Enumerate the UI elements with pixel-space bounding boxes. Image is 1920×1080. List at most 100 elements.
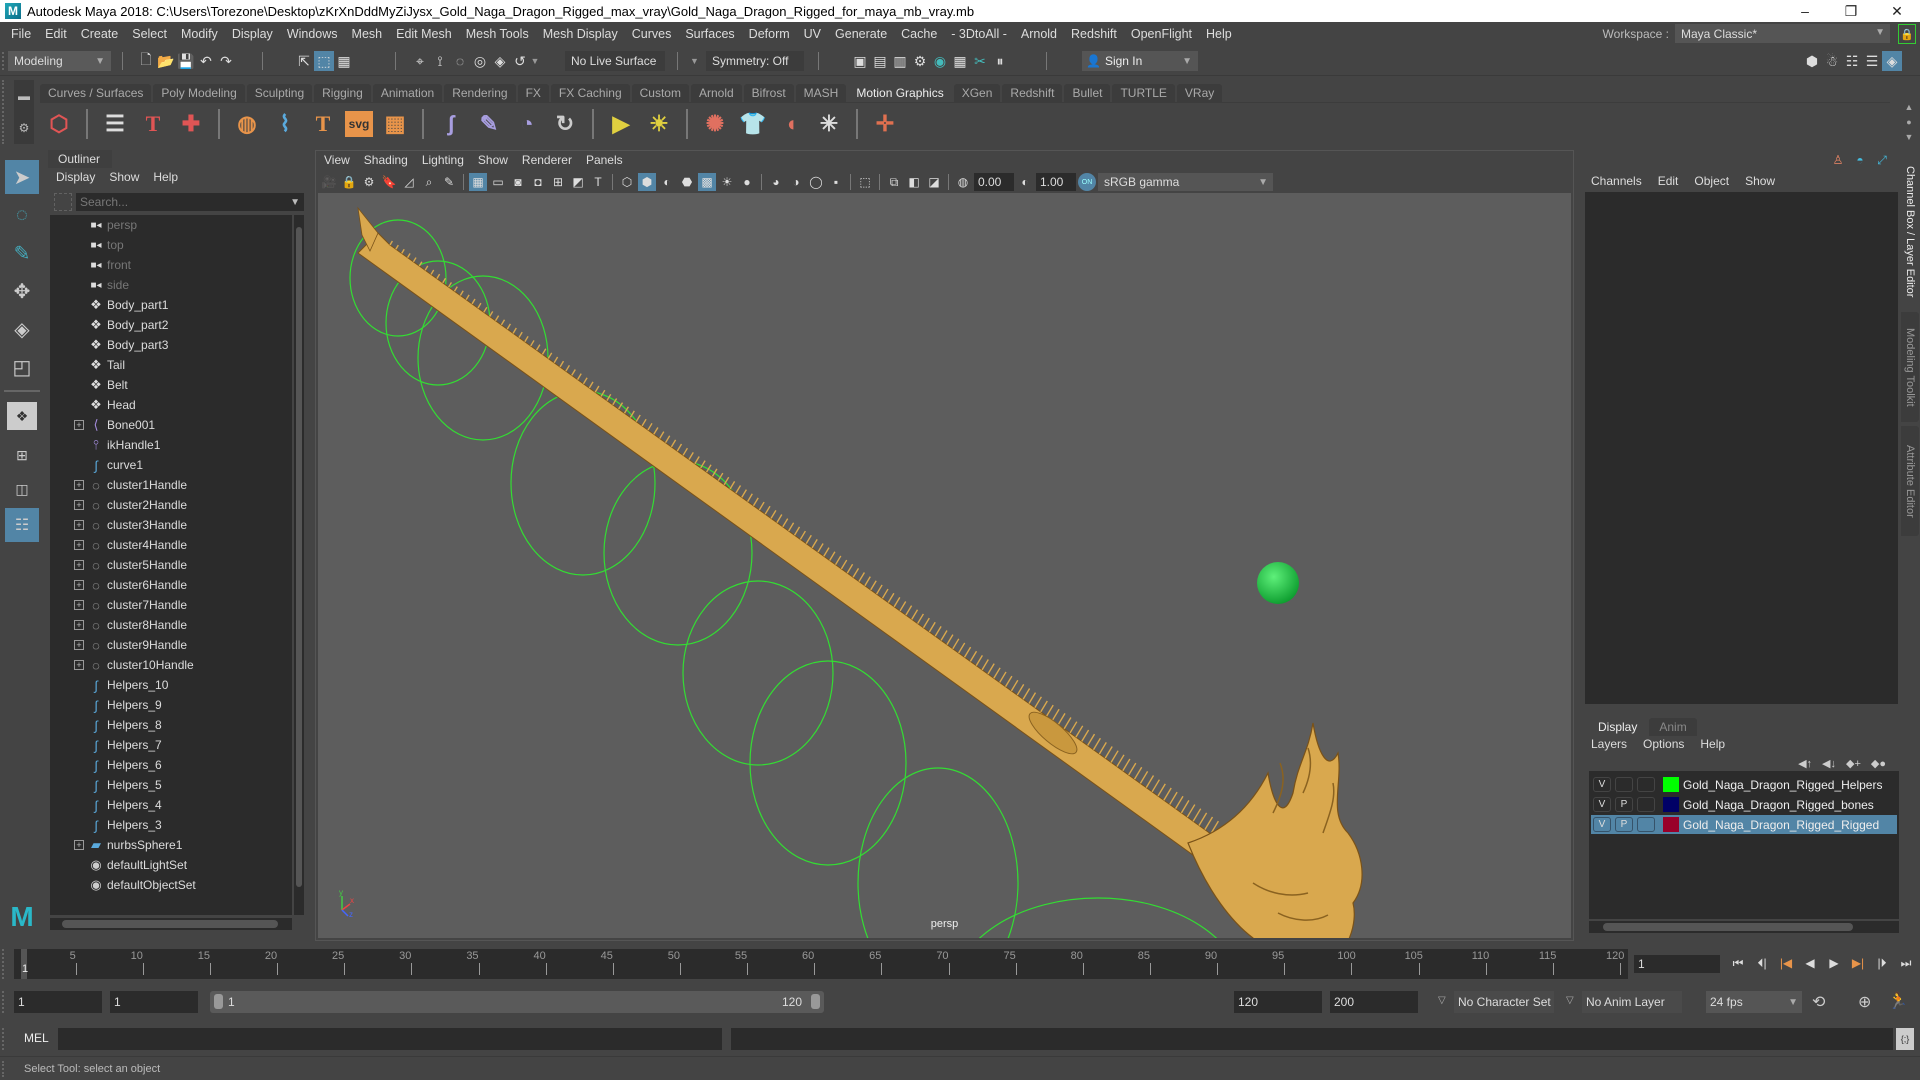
xray-joints-icon[interactable]: ◪ [925, 173, 943, 191]
sign-in-button[interactable]: 👤 Sign In ▼ [1082, 51, 1198, 71]
grid-icon[interactable]: ▦ [469, 173, 487, 191]
lasso-tool-icon[interactable]: ◌ [5, 198, 39, 232]
field-chart-icon[interactable]: ⊞ [549, 173, 567, 191]
outliner-item[interactable]: ■◂ front [50, 255, 290, 275]
open-scene-icon[interactable]: 📂 [156, 51, 176, 71]
3d-viewport[interactable]: y x z persp [318, 193, 1571, 938]
camera-select-icon[interactable]: 🎥 [320, 173, 338, 191]
wireframe-on-shaded-icon[interactable]: ⬣ [678, 173, 696, 191]
film-gate-icon[interactable]: ▭ [489, 173, 507, 191]
outliner-menu-help[interactable]: Help [153, 170, 178, 184]
channel-box-menu-object[interactable]: Object [1694, 174, 1729, 188]
paint-select-tool-icon[interactable]: ✎ [5, 236, 39, 270]
gamma-icon[interactable]: ◐ [1016, 173, 1034, 191]
expand-icon[interactable]: + [74, 580, 84, 590]
outliner-menu-display[interactable]: Display [56, 170, 95, 184]
layer-color-swatch[interactable] [1663, 777, 1679, 792]
chevron-down-icon[interactable]: ▽ [1438, 995, 1446, 1006]
outliner-menu-show[interactable]: Show [109, 170, 139, 184]
menu-deform[interactable]: Deform [742, 27, 797, 41]
list-icon[interactable]: ☰ [99, 108, 131, 140]
expand-icon[interactable]: + [74, 420, 84, 430]
menu-mesh[interactable]: Mesh [345, 27, 390, 41]
snap-grid-icon[interactable]: ⌖ [410, 51, 430, 71]
menu-mesh-display[interactable]: Mesh Display [536, 27, 625, 41]
render-frame-icon[interactable]: ▣ [850, 51, 870, 71]
outliner-item[interactable]: ❖ Belt [50, 375, 290, 395]
tool-settings-icon[interactable]: ☰ [1862, 51, 1882, 71]
expand-icon[interactable]: + [74, 560, 84, 570]
outliner-tab[interactable]: Outliner [48, 150, 112, 168]
rotate-tool-icon[interactable]: ◈ [5, 312, 39, 346]
reference-toggle[interactable] [1637, 777, 1655, 792]
snap-curve-icon[interactable]: ⟟ [430, 51, 450, 71]
gate-mask-icon[interactable]: ◘ [529, 173, 547, 191]
helper-circle[interactable] [857, 767, 1019, 938]
viewport-menu-view[interactable]: View [324, 153, 350, 167]
menu-edit[interactable]: Edit [38, 27, 74, 41]
wrap-icon[interactable]: ◔ [511, 108, 543, 140]
visibility-toggle[interactable]: V [1593, 817, 1611, 832]
shelf-tab-motion-graphics[interactable]: Motion Graphics [848, 84, 952, 102]
chevron-down-icon[interactable]: ▽ [1566, 995, 1574, 1006]
play-forwards-icon[interactable]: ▶ [1824, 953, 1844, 973]
chevron-down-icon[interactable]: ▼ [530, 51, 540, 71]
outliner-item[interactable]: ∫ Helpers_6 [50, 755, 290, 775]
channel-box-area[interactable] [1585, 192, 1898, 704]
step-back-key-icon[interactable]: |◀ [1776, 953, 1796, 973]
shelf-tab-fx-caching[interactable]: FX Caching [550, 84, 630, 102]
twist-icon[interactable]: ↻ [549, 108, 581, 140]
resolution-gate-icon[interactable]: ◙ [509, 173, 527, 191]
filter-icon[interactable] [54, 193, 72, 211]
outliner-item[interactable]: + ◌ cluster8Handle [50, 615, 290, 635]
outliner-item[interactable]: ∫ curve1 [50, 455, 290, 475]
2d-pan-zoom-icon[interactable]: ⌕ [420, 173, 438, 191]
expand-icon[interactable]: + [74, 520, 84, 530]
playback-toggle[interactable]: P [1615, 797, 1633, 812]
layer-color-swatch[interactable] [1663, 817, 1679, 832]
textured-icon[interactable]: ▩ [698, 173, 716, 191]
locator-icon[interactable]: ✛ [869, 108, 901, 140]
text-icon[interactable]: T [307, 108, 339, 140]
smooth-shade-icon[interactable]: ⬢ [638, 173, 656, 191]
layer-row[interactable]: V P Gold_Naga_Dragon_Rigged_bones [1591, 795, 1897, 814]
outliner-item[interactable]: ∫ Helpers_10 [50, 675, 290, 695]
range-start-handle[interactable] [214, 994, 223, 1009]
expand-icon[interactable]: + [74, 500, 84, 510]
wireframe-icon[interactable]: ⬡ [618, 173, 636, 191]
outliner-item[interactable]: ◉ defaultLightSet [50, 855, 290, 875]
shelf-settings-gear-icon[interactable]: ⚙ [19, 121, 30, 135]
character-set-dropdown[interactable]: No Character Set [1454, 991, 1554, 1013]
particles-icon[interactable]: ✺ [699, 108, 731, 140]
select-hierarchy-icon[interactable]: ⇱ [294, 51, 314, 71]
select-component-icon[interactable]: ▦ [334, 51, 354, 71]
outliner-item[interactable]: ❖ Body_part2 [50, 315, 290, 335]
expand-icon[interactable]: + [74, 640, 84, 650]
motion-blur-icon[interactable]: ◑ [787, 173, 805, 191]
command-language-toggle[interactable]: MEL [24, 1031, 49, 1045]
move-tool-icon[interactable]: ✥ [5, 274, 39, 308]
outliner-item[interactable]: + ◌ cluster6Handle [50, 575, 290, 595]
viewport-menu-lighting[interactable]: Lighting [422, 153, 464, 167]
grip-handle[interactable] [2, 1028, 6, 1050]
shelf-tab-rendering[interactable]: Rendering [444, 84, 516, 102]
shelf-tab-bifrost[interactable]: Bifrost [743, 84, 794, 102]
menu-uv[interactable]: UV [797, 27, 828, 41]
menu-windows[interactable]: Windows [280, 27, 345, 41]
fps-dropdown[interactable]: 24 fps ▼ [1706, 991, 1802, 1013]
safe-title-icon[interactable]: T [589, 173, 607, 191]
shelf-tab-arnold[interactable]: Arnold [690, 84, 742, 102]
four-view-icon[interactable]: ⊞ [5, 438, 39, 472]
layer-color-swatch[interactable] [1663, 797, 1679, 812]
layer-menu-options[interactable]: Options [1643, 737, 1684, 751]
attribute-editor-icon[interactable]: ☷ [1842, 51, 1862, 71]
speed-icon[interactable]: ◓ [1852, 152, 1868, 168]
camera-attributes-icon[interactable]: ⚙ [360, 173, 378, 191]
restore-button[interactable]: ❐ [1828, 0, 1874, 22]
shelf-tab-animation[interactable]: Animation [372, 84, 443, 102]
image-plane-icon[interactable]: ◿ [400, 173, 418, 191]
chevron-down-icon[interactable]: ▼ [690, 51, 699, 71]
expand-icon[interactable]: + [74, 620, 84, 630]
expand-icon[interactable]: + [74, 660, 84, 670]
xray-active-icon[interactable]: ◧ [905, 173, 923, 191]
